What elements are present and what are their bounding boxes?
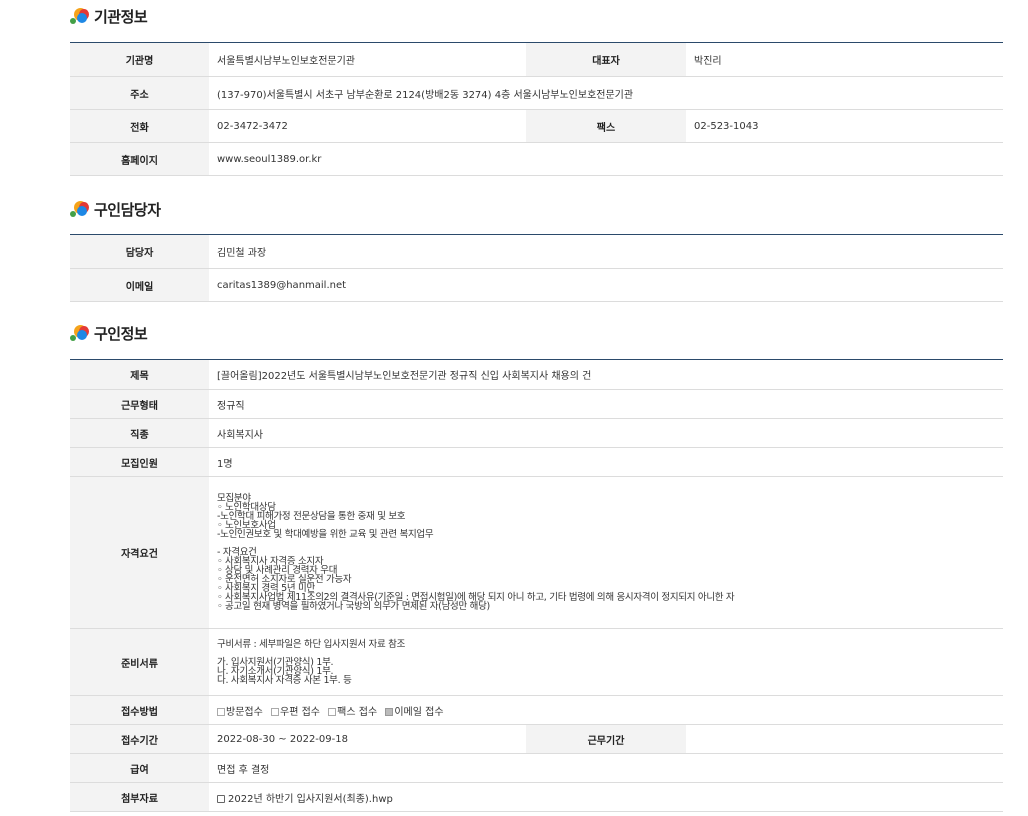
method-option-fax[interactable]: 팩스 접수 bbox=[328, 707, 377, 718]
org-logo-icon bbox=[70, 199, 90, 219]
docs-line: 다. 사회복지사 자격증 사본 1부. 등 bbox=[217, 674, 352, 686]
job-workhours-value bbox=[686, 724, 1003, 754]
org-info-table: 기관명 서울특별시남부노인보호전문기관 대표자 박진리 주소 (137-970)… bbox=[70, 42, 1003, 176]
job-pay-label: 급여 bbox=[70, 753, 209, 783]
table-row: 근무형태 정규직 bbox=[70, 389, 1003, 419]
method-option-label: 이메일 접수 bbox=[394, 706, 444, 718]
table-row: 급여 면접 후 결정 bbox=[70, 753, 1003, 783]
method-option-label: 팩스 접수 bbox=[337, 706, 378, 718]
table-row: 주소 (137-970)서울특별시 서초구 남부순환로 2124(방배2동 32… bbox=[70, 76, 1003, 110]
job-title-value: [끌어올림]2022년도 서울특별시남부노인보호전문기관 정규직 신입 사회복지… bbox=[209, 359, 1003, 390]
org-web-link[interactable]: www.seoul1389.or.kr bbox=[209, 142, 1003, 176]
contact-person-value: 김민철 과장 bbox=[209, 234, 1003, 269]
org-name-value: 서울특별시남부노인보호전문기관 bbox=[209, 42, 526, 77]
qual-line: 모집분야 bbox=[217, 493, 251, 504]
checkbox-icon[interactable] bbox=[217, 707, 225, 716]
job-kind-value: 사회복지사 bbox=[209, 418, 1003, 448]
attachment-link[interactable]: 2022년 하반기 입사지원서(최종).hwp bbox=[228, 794, 393, 805]
method-option-label: 우편 접수 bbox=[280, 706, 320, 718]
table-row: 전화 02-3472-3472 팩스 02-523-1043 bbox=[70, 109, 1003, 143]
section-title-job: 구인정보 bbox=[70, 323, 148, 343]
job-info-table: 제목 [끌어올림]2022년도 서울특별시남부노인보호전문기관 정규직 신입 사… bbox=[70, 359, 1003, 812]
org-web-label: 홈페이지 bbox=[70, 142, 209, 176]
table-row: 홈페이지 www.seoul1389.or.kr bbox=[70, 142, 1003, 176]
qual-line bbox=[217, 539, 995, 548]
job-count-value: 1명 bbox=[209, 447, 1003, 477]
job-attach-label: 첨부자료 bbox=[70, 782, 209, 812]
org-rep-label: 대표자 bbox=[526, 42, 686, 77]
table-row: 접수기간 2022-08-30 ~ 2022-09-18 근무기간 bbox=[70, 724, 1003, 754]
table-row: 모집인원 1명 bbox=[70, 447, 1003, 477]
job-attach-value: 2022년 하반기 입사지원서(최종).hwp bbox=[209, 782, 1003, 812]
job-count-label: 모집인원 bbox=[70, 447, 209, 477]
org-logo-icon bbox=[70, 6, 90, 26]
org-addr-value: (137-970)서울특별시 서초구 남부순환로 2124(방배2동 3274)… bbox=[209, 76, 1003, 110]
section-title-text: 기관정보 bbox=[94, 7, 148, 26]
file-icon bbox=[217, 794, 225, 803]
job-method-label: 접수방법 bbox=[70, 695, 209, 725]
job-docs-value: 구비서류 : 세부파일은 하단 입사지원서 자료 참조 가. 입사지원서(기관양… bbox=[209, 628, 1003, 696]
job-pay-value: 면접 후 결정 bbox=[209, 753, 1003, 783]
org-fax-value: 02-523-1043 bbox=[686, 109, 1003, 143]
job-docs-label: 준비서류 bbox=[70, 628, 209, 696]
docs-line: 가. 입사지원서(기관양식) 1부. bbox=[217, 656, 334, 668]
checkbox-icon[interactable] bbox=[328, 707, 337, 716]
method-option-email[interactable]: 이메일 접수 bbox=[385, 706, 444, 718]
contact-person-label: 담당자 bbox=[70, 234, 209, 269]
contact-table: 담당자 김민철 과장 이메일 caritas1389@hanmail.net bbox=[70, 234, 1003, 302]
job-title-label: 제목 bbox=[70, 359, 209, 390]
org-tel-value: 02-3472-3472 bbox=[209, 109, 526, 143]
section-title-text: 구인정보 bbox=[94, 324, 148, 343]
org-tel-label: 전화 bbox=[70, 109, 209, 143]
table-row: 직종 사회복지사 bbox=[70, 418, 1003, 448]
checkbox-icon[interactable] bbox=[271, 707, 279, 716]
job-qual-value: 모집분야 ◦ 노인학대상담 -노인학대 피해가정 전문상담을 통한 중재 및 보… bbox=[209, 476, 1003, 629]
table-row: 제목 [끌어올림]2022년도 서울특별시남부노인보호전문기관 정규직 신입 사… bbox=[70, 359, 1003, 390]
job-type-label: 근무형태 bbox=[70, 389, 209, 419]
job-method-options: 방문접수 우편 접수 팩스 접수 이메일 접수 bbox=[209, 695, 1003, 725]
docs-line: 구비서류 : 세부파일은 하단 입사지원서 자료 참조 bbox=[217, 638, 406, 650]
qual-line: - 자격요건 bbox=[217, 547, 257, 558]
org-logo-icon bbox=[70, 323, 90, 343]
job-workhours-label: 근무기간 bbox=[526, 724, 686, 754]
contact-email-value: caritas1389@hanmail.net bbox=[209, 268, 1003, 302]
org-rep-value: 박진리 bbox=[686, 42, 1003, 77]
section-title-org: 기관정보 bbox=[70, 6, 148, 26]
method-option-mail[interactable]: 우편 접수 bbox=[271, 707, 320, 718]
org-fax-label: 팩스 bbox=[526, 109, 686, 143]
method-option-visit[interactable]: 방문접수 bbox=[217, 707, 263, 718]
section-title-text: 구인담당자 bbox=[94, 200, 161, 219]
table-row: 자격요건 모집분야 ◦ 노인학대상담 -노인학대 피해가정 전문상담을 통한 중… bbox=[70, 476, 1003, 629]
job-qual-label: 자격요건 bbox=[70, 476, 209, 629]
method-option-label: 방문접수 bbox=[226, 706, 263, 718]
job-period-value: 2022-08-30 ~ 2022-09-18 bbox=[209, 724, 526, 754]
table-row: 담당자 김민철 과장 bbox=[70, 234, 1003, 269]
table-row: 이메일 caritas1389@hanmail.net bbox=[70, 268, 1003, 302]
org-addr-label: 주소 bbox=[70, 76, 209, 110]
checkbox-checked-icon[interactable] bbox=[385, 707, 394, 716]
table-row: 첨부자료 2022년 하반기 입사지원서(최종).hwp bbox=[70, 782, 1003, 812]
qual-line: -노인인권보호 및 학대예방을 위한 교육 및 관련 복지업무 bbox=[217, 529, 434, 540]
job-period-label: 접수기간 bbox=[70, 724, 209, 754]
table-row: 준비서류 구비서류 : 세부파일은 하단 입사지원서 자료 참조 가. 입사지원… bbox=[70, 628, 1003, 696]
qual-line: -노인학대 피해가정 전문상담을 통한 중재 및 보호 bbox=[217, 511, 406, 522]
section-title-contact: 구인담당자 bbox=[70, 199, 161, 219]
docs-line bbox=[217, 649, 995, 658]
qual-line: ◦ 공고일 현재 병역을 필하였거나 국방의 의무가 면제된 자(남성만 해당) bbox=[217, 601, 490, 612]
org-name-label: 기관명 bbox=[70, 42, 209, 77]
job-type-value: 정규직 bbox=[209, 389, 1003, 419]
job-kind-label: 직종 bbox=[70, 418, 209, 448]
table-row: 기관명 서울특별시남부노인보호전문기관 대표자 박진리 bbox=[70, 42, 1003, 77]
contact-email-label: 이메일 bbox=[70, 268, 209, 302]
table-row: 접수방법 방문접수 우편 접수 팩스 접수 이메일 접수 bbox=[70, 695, 1003, 725]
qual-line: ◦ 운전면허 소지자로 실운전 가능자 bbox=[217, 574, 352, 585]
